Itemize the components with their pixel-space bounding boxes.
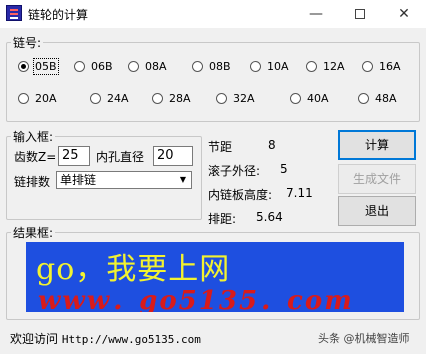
footer-url[interactable]: Http://www.go5135.com [62, 333, 201, 346]
teeth-input[interactable]: 25 [58, 146, 90, 166]
roller-diameter-value: 5 [280, 162, 288, 176]
chain-radio-label: 32A [233, 92, 255, 105]
radio-circle-icon[interactable] [306, 61, 317, 72]
chain-radio-label: 08B [209, 60, 231, 73]
minimize-button[interactable]: — [294, 0, 338, 28]
exit-button[interactable]: 退出 [338, 196, 416, 226]
pitch-label: 节距 [208, 140, 233, 154]
chain-radio-24a[interactable]: 24A [90, 92, 129, 105]
chain-radio-20a[interactable]: 20A [18, 92, 57, 105]
chain-radio-06b[interactable]: 06B [74, 60, 113, 73]
result-banner: go，我要上网 www．go5135．com [26, 242, 404, 312]
radio-circle-icon[interactable] [216, 93, 227, 104]
roller-diameter-label: 滚子外径: [208, 164, 261, 178]
footer-prefix: 欢迎访问 [10, 332, 59, 346]
app-icon [6, 5, 22, 21]
chain-radio-label: 16A [379, 60, 401, 73]
chain-rows-select[interactable]: 单排链 ▼ [56, 171, 192, 189]
teeth-label: 齿数Z= [14, 150, 57, 164]
radio-circle-icon[interactable] [290, 93, 301, 104]
pitch-value: 8 [268, 138, 276, 152]
footer-welcome: 欢迎访问 Http://www.go5135.com [10, 330, 201, 347]
title-bar[interactable]: 链轮的计算 — ✕ [0, 0, 426, 28]
chevron-down-icon[interactable]: ▼ [176, 173, 190, 187]
calculate-button[interactable]: 计算 [338, 130, 416, 160]
radio-circle-icon[interactable] [152, 93, 163, 104]
chain-radio-40a[interactable]: 40A [290, 92, 329, 105]
maximize-icon [355, 9, 365, 19]
window-client-area: 链号: 05B 06B 08A 08B 10A 12A 16A 20A 24A 28A 32A 40A… [0, 28, 426, 354]
chain-radio-08b[interactable]: 08B [192, 60, 231, 73]
chain-number-group: 链号: [6, 34, 420, 122]
chain-radio-28a[interactable]: 28A [152, 92, 191, 105]
result-group-legend: 结果框: [13, 226, 54, 240]
chain-radio-label: 10A [267, 60, 289, 73]
chain-radio-label: 05B [33, 58, 59, 75]
window-title: 链轮的计算 [28, 8, 89, 22]
row-pitch-value: 5.64 [256, 210, 283, 224]
chain-radio-16a[interactable]: 16A [362, 60, 401, 73]
chain-radio-label: 28A [169, 92, 191, 105]
chain-radio-32a[interactable]: 32A [216, 92, 255, 105]
radio-circle-icon[interactable] [250, 61, 261, 72]
chain-radio-label: 48A [375, 92, 397, 105]
chain-rows-label: 链排数 [14, 175, 51, 189]
chain-radio-05b[interactable]: 05B [18, 58, 59, 75]
chain-number-legend: 链号: [13, 36, 42, 50]
plate-height-label: 内链板高度: [208, 188, 273, 202]
radio-circle-icon[interactable] [18, 61, 29, 72]
input-group-legend: 输入框: [13, 130, 54, 144]
radio-circle-icon[interactable] [192, 61, 203, 72]
chain-radio-08a[interactable]: 08A [128, 60, 167, 73]
radio-circle-icon[interactable] [90, 93, 101, 104]
chain-radio-48a[interactable]: 48A [358, 92, 397, 105]
close-button[interactable]: ✕ [382, 0, 426, 28]
radio-circle-icon[interactable] [74, 61, 85, 72]
plate-height-value: 7.11 [286, 186, 313, 200]
chain-radio-10a[interactable]: 10A [250, 60, 289, 73]
radio-circle-icon[interactable] [362, 61, 373, 72]
chain-radio-label: 08A [145, 60, 167, 73]
radio-circle-icon[interactable] [18, 93, 29, 104]
chain-radio-label: 06B [91, 60, 113, 73]
chain-rows-value: 单排链 [60, 173, 97, 187]
generate-file-button[interactable]: 生成文件 [338, 164, 416, 194]
bore-diameter-label: 内孔直径 [96, 150, 145, 164]
chain-radio-label: 24A [107, 92, 129, 105]
watermark: 头条 @机械智造师 [318, 332, 410, 345]
bore-diameter-input[interactable]: 20 [153, 146, 193, 166]
chain-radio-12a[interactable]: 12A [306, 60, 345, 73]
radio-circle-icon[interactable] [128, 61, 139, 72]
chain-radio-label: 20A [35, 92, 57, 105]
maximize-button[interactable] [338, 0, 382, 28]
chain-radio-label: 12A [323, 60, 345, 73]
radio-circle-icon[interactable] [358, 93, 369, 104]
banner-website: www．go5135．com [38, 286, 354, 312]
chain-radio-label: 40A [307, 92, 329, 105]
